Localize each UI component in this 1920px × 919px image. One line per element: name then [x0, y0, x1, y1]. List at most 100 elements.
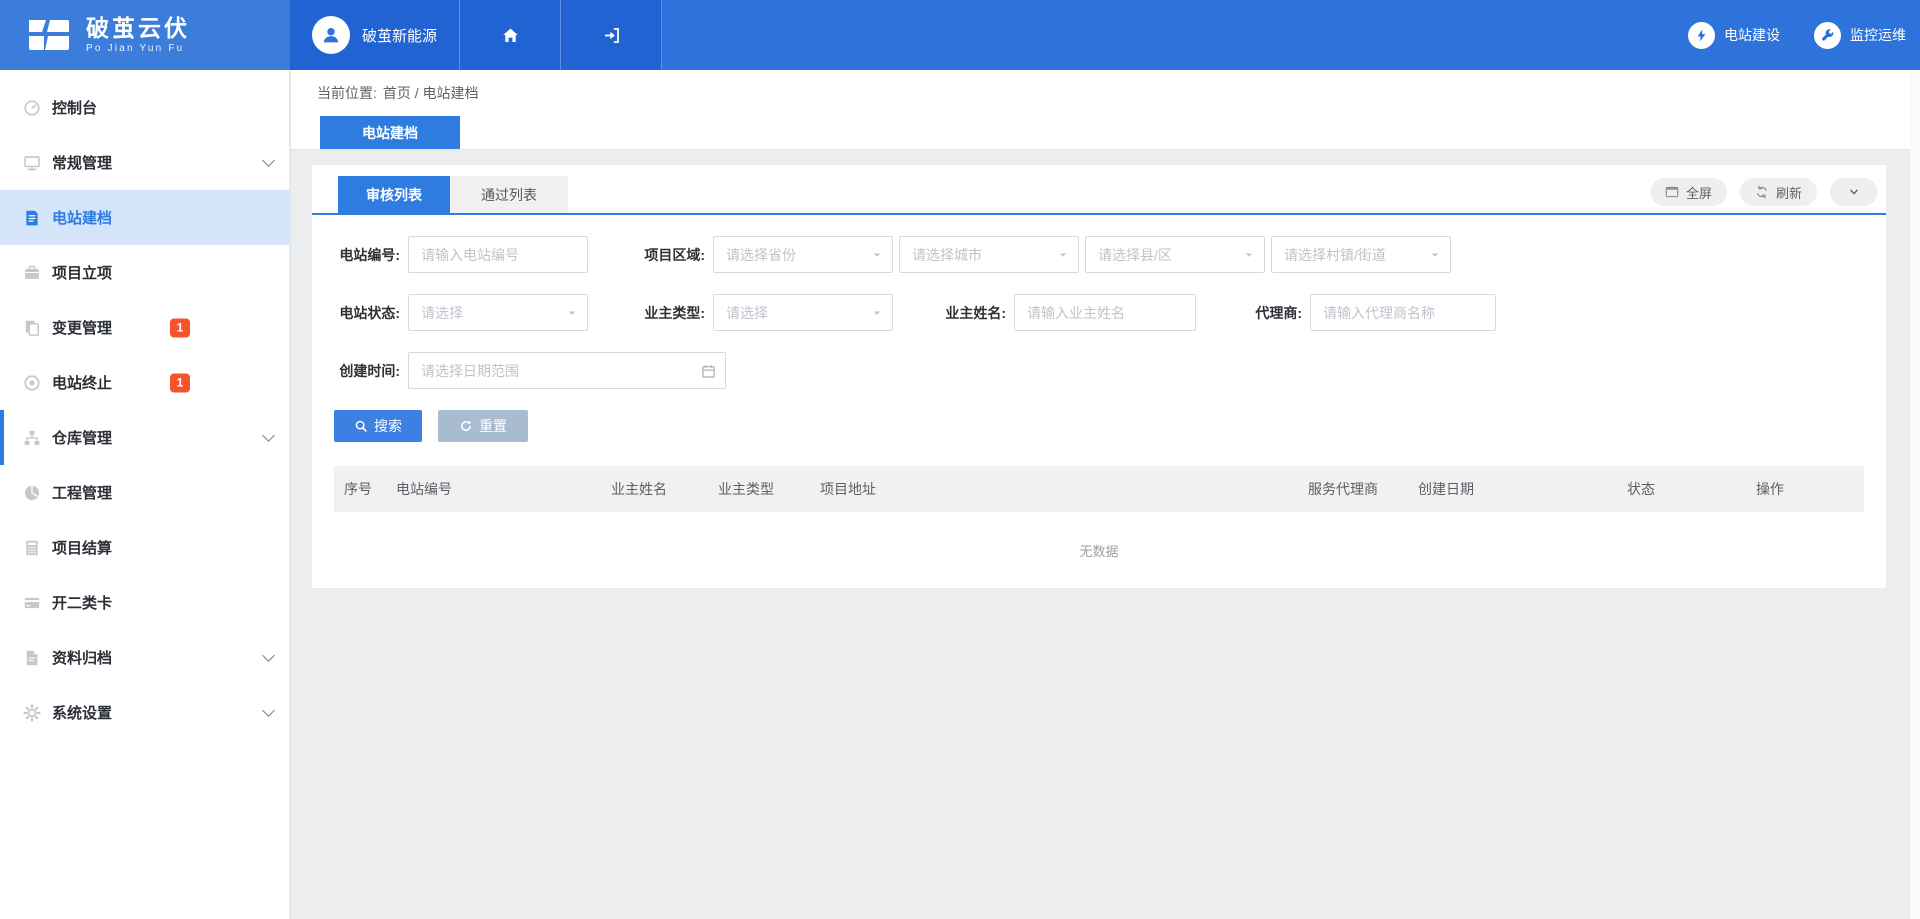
collapse-button[interactable] — [1830, 178, 1878, 206]
sidebar-item-label: 常规管理 — [52, 152, 112, 173]
sidebar-item-label: 仓库管理 — [52, 427, 112, 448]
col-owner-name: 业主姓名 — [601, 479, 708, 499]
wrench-icon — [1814, 22, 1841, 49]
document-icon — [22, 208, 42, 228]
notification-badge: 1 — [170, 318, 190, 337]
filter-form: 电站编号: 项目区域: 请选择省份 请选择城市 请选择县/区 — [312, 215, 1886, 389]
station-no-input[interactable] — [408, 236, 588, 273]
content-card: 审核列表 通过列表 全屏 — [312, 165, 1886, 588]
tab-bar: 审核列表 通过列表 全屏 — [312, 165, 1886, 215]
top-navbar: 破茧云伏 Po Jian Yun Fu 破茧新能源 — [0, 0, 1920, 70]
empty-state: 无数据 — [312, 512, 1886, 588]
refresh-button[interactable]: 刷新 — [1740, 178, 1817, 206]
sidebar-item-warehouse-mgmt[interactable]: 仓库管理 — [0, 410, 289, 465]
caret-down-icon — [1430, 250, 1440, 260]
col-owner-type: 业主类型 — [708, 479, 810, 499]
owner-type-label: 业主类型: — [633, 303, 705, 323]
tab-passed-list[interactable]: 通过列表 — [450, 176, 568, 213]
fullscreen-icon — [1665, 185, 1679, 199]
tab-review-list[interactable]: 审核列表 — [338, 176, 450, 213]
module-monitor-ops-label: 监控运维 — [1850, 25, 1906, 45]
refresh-icon — [1755, 185, 1769, 199]
module-station-build[interactable]: 电站建设 — [1688, 22, 1780, 49]
sidebar-item-label: 项目结算 — [52, 537, 112, 558]
region-label: 项目区域: — [633, 245, 705, 265]
page-tab-row: 电站建档 — [291, 115, 1920, 150]
sidebar-item-label: 电站建档 — [52, 207, 112, 228]
user-menu[interactable]: 破茧新能源 — [290, 0, 460, 70]
sidebar-item-data-archive[interactable]: 资料归档 — [0, 630, 289, 685]
monitor-icon — [22, 153, 42, 173]
brand-mark-icon — [26, 18, 72, 53]
module-station-build-label: 电站建设 — [1724, 25, 1780, 45]
lightning-icon — [1688, 22, 1715, 49]
module-monitor-ops[interactable]: 监控运维 — [1814, 22, 1906, 49]
archive-file-icon — [22, 648, 42, 668]
sidebar-item-label: 系统设置 — [52, 702, 112, 723]
login-button[interactable] — [561, 0, 662, 70]
date-range-input[interactable] — [408, 352, 726, 389]
page-tab-station-archive[interactable]: 电站建档 — [320, 116, 460, 149]
brand-logo: 破茧云伏 Po Jian Yun Fu — [0, 0, 290, 70]
col-service-agent: 服务代理商 — [1298, 479, 1408, 499]
owner-name-input[interactable] — [1014, 294, 1196, 331]
search-label: 搜索 — [374, 416, 402, 436]
breadcrumb-path[interactable]: 首页 / 电站建档 — [383, 83, 479, 103]
sidebar-item-label: 电站终止 — [52, 372, 112, 393]
reset-button[interactable]: 重置 — [438, 410, 528, 442]
breadcrumb: 当前位置: 首页 / 电站建档 — [291, 70, 1920, 115]
breadcrumb-label: 当前位置: — [317, 83, 377, 103]
county-select[interactable]: 请选择县/区 — [1085, 236, 1265, 273]
sidebar-item-engineering-mgmt[interactable]: 工程管理 — [0, 465, 289, 520]
search-button[interactable]: 搜索 — [334, 410, 422, 442]
scrollbar-track[interactable] — [1910, 70, 1920, 919]
sidebar-item-station-archive[interactable]: 电站建档 — [0, 190, 289, 245]
sidebar-item-label: 控制台 — [52, 97, 97, 118]
brand-subtitle: Po Jian Yun Fu — [86, 43, 190, 54]
town-placeholder: 请选择村镇/街道 — [1284, 245, 1386, 265]
gear-icon — [22, 703, 42, 723]
sidebar-item-station-termination[interactable]: 电站终止 1 — [0, 355, 289, 410]
notification-badge: 1 — [170, 373, 190, 392]
col-create-date: 创建日期 — [1408, 479, 1617, 499]
owner-type-select[interactable]: 请选择 — [713, 294, 893, 331]
login-arrow-icon — [602, 26, 621, 45]
sidebar-item-general-mgmt[interactable]: 常规管理 — [0, 135, 289, 190]
pie-dashboard-icon — [22, 483, 42, 503]
refresh-label: 刷新 — [1776, 183, 1802, 202]
caret-down-icon — [567, 308, 577, 318]
town-select[interactable]: 请选择村镇/街道 — [1271, 236, 1451, 273]
sidebar-item-project-initiation[interactable]: 项目立项 — [0, 245, 289, 300]
county-placeholder: 请选择县/区 — [1098, 245, 1172, 265]
status-placeholder: 请选择 — [421, 303, 463, 323]
main-area: 当前位置: 首页 / 电站建档 电站建档 审核列表 通过列表 — [290, 70, 1920, 919]
sidebar-item-change-mgmt[interactable]: 变更管理 1 — [0, 300, 289, 355]
caret-down-icon — [1244, 250, 1254, 260]
chevron-down-icon — [262, 429, 275, 442]
home-button[interactable] — [460, 0, 561, 70]
table-header: 序号 电站编号 业主姓名 业主类型 项目地址 服务代理商 创建日期 状态 操作 — [334, 466, 1864, 512]
col-actions: 操作 — [1746, 479, 1864, 499]
sidebar-item-project-settlement[interactable]: 项目结算 — [0, 520, 289, 575]
chevron-down-icon — [1847, 185, 1861, 199]
province-select[interactable]: 请选择省份 — [713, 236, 893, 273]
record-circle-icon — [22, 373, 42, 393]
sidebar-item-system-settings[interactable]: 系统设置 — [0, 685, 289, 740]
create-time-label: 创建时间: — [334, 361, 400, 381]
status-label: 电站状态: — [334, 303, 400, 323]
avatar — [312, 16, 350, 54]
sidebar-item-console[interactable]: 控制台 — [0, 80, 289, 135]
user-name: 破茧新能源 — [362, 25, 437, 46]
col-status: 状态 — [1617, 479, 1746, 499]
calculator-icon — [22, 538, 42, 558]
fullscreen-button[interactable]: 全屏 — [1650, 178, 1727, 206]
agent-label: 代理商: — [1232, 303, 1302, 323]
province-placeholder: 请选择省份 — [726, 245, 796, 265]
col-project-address: 项目地址 — [810, 479, 1298, 499]
col-index: 序号 — [334, 479, 386, 499]
agent-input[interactable] — [1310, 294, 1496, 331]
sitemap-icon — [22, 428, 42, 448]
city-select[interactable]: 请选择城市 — [899, 236, 1079, 273]
sidebar-item-type2-card[interactable]: 开二类卡 — [0, 575, 289, 630]
status-select[interactable]: 请选择 — [408, 294, 588, 331]
